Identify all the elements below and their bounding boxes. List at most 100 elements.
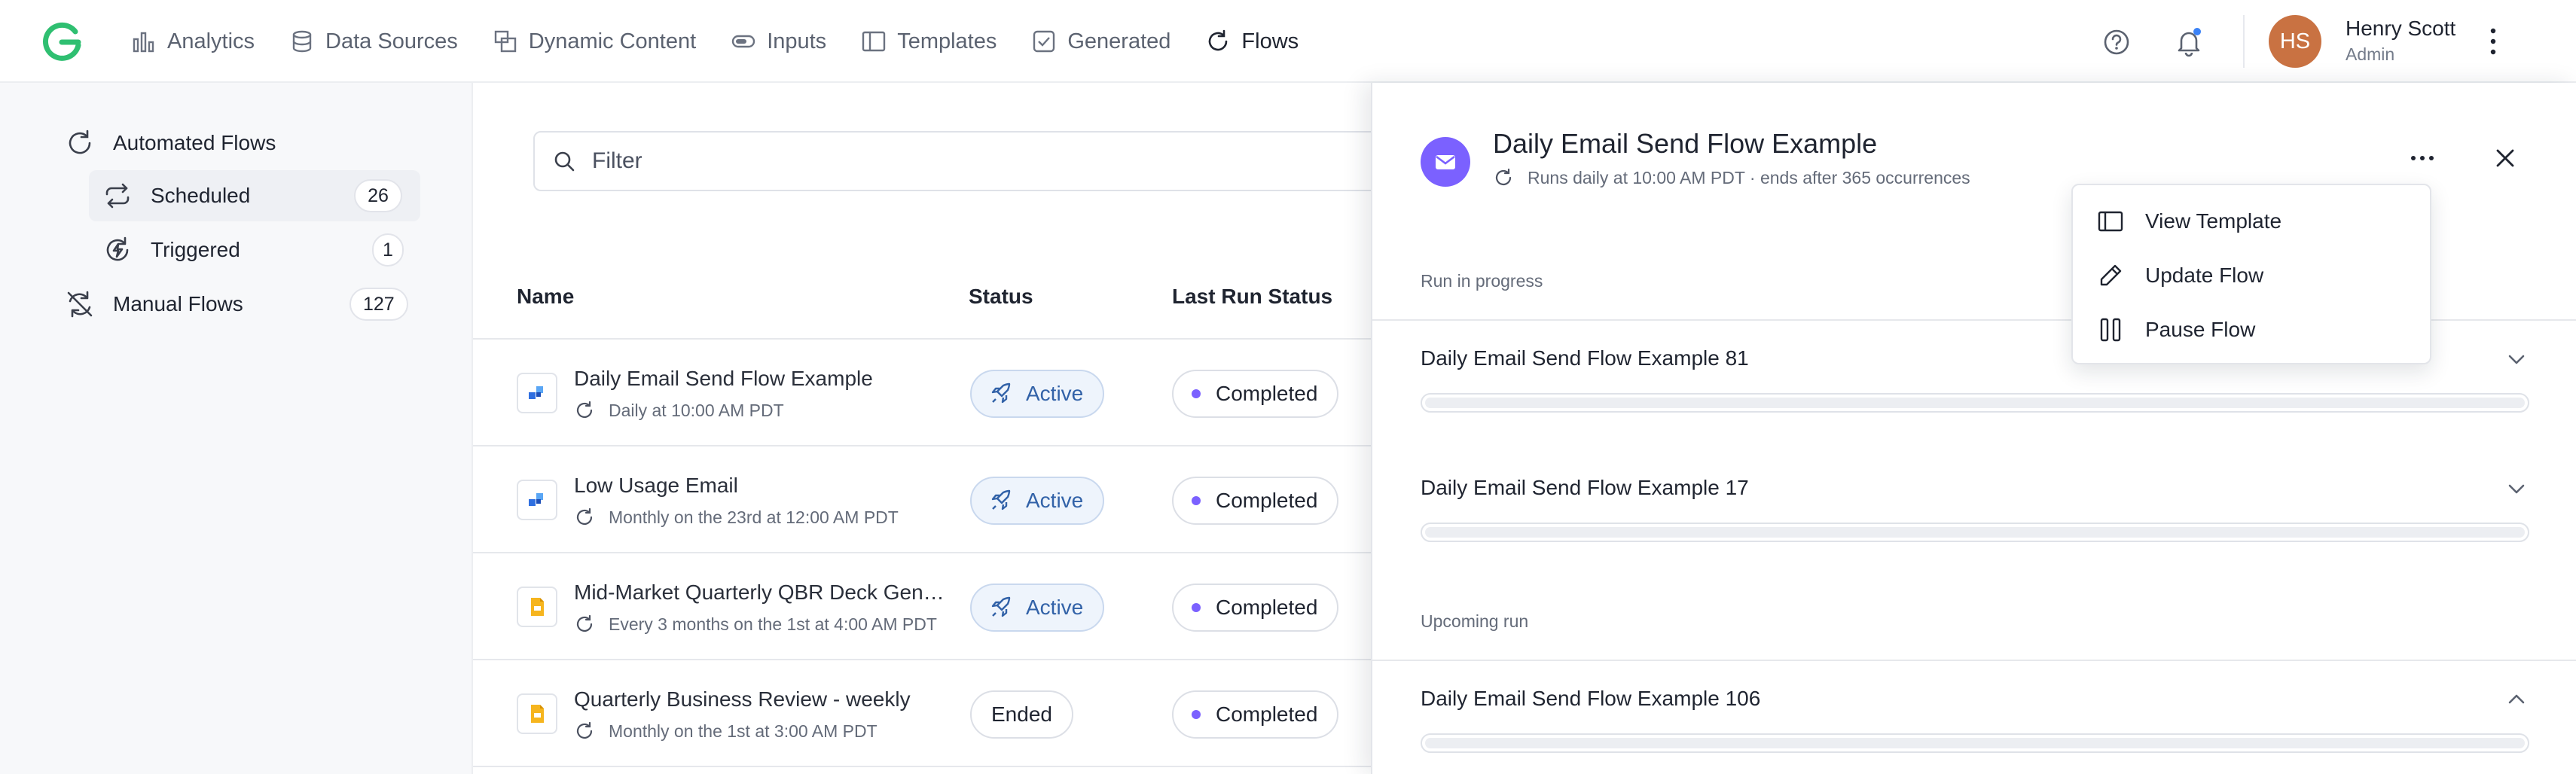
column-header-name[interactable]: Name <box>517 285 574 309</box>
nav-templates-label: Templates <box>897 29 997 53</box>
slides-icon <box>517 693 557 734</box>
user-name: Henry Scott <box>2346 17 2456 40</box>
flow-schedule-text: Daily at 10:00 AM PDT <box>609 400 784 420</box>
last-run-badge: Completed <box>1172 584 1339 632</box>
filter-input[interactable] <box>592 148 1270 174</box>
menu-item-pause-flow-label: Pause Flow <box>2145 318 2256 341</box>
column-header-last-run-status[interactable]: Last Run Status <box>1172 285 1332 309</box>
rocket-icon <box>991 489 1011 510</box>
drawer-subtitle: Runs daily at 10:00 AM PDT · ends after … <box>1493 167 1970 188</box>
avatar[interactable]: HS <box>2269 15 2321 68</box>
pause-icon <box>2100 318 2121 342</box>
sidebar-item-scheduled[interactable]: Scheduled <box>102 181 250 211</box>
sidebar-item-automated-flows[interactable]: Automated Flows <box>65 128 276 158</box>
toggle-icon <box>731 35 755 48</box>
nav-analytics[interactable]: Analytics <box>131 29 255 54</box>
run-progress-fill <box>1425 738 2525 748</box>
notification-bell-icon[interactable] <box>2172 26 2205 59</box>
table-row[interactable]: Daily Email Send Flow Example Daily at 1… <box>473 340 1371 446</box>
status-dot-icon <box>1192 603 1201 612</box>
nav-inputs[interactable]: Inputs <box>731 29 826 54</box>
run-item[interactable]: Daily Email Send Flow Example 106 <box>1372 660 2576 774</box>
run-name: Daily Email Send Flow Example 81 <box>1421 346 1749 370</box>
email-app-icon <box>517 480 557 520</box>
more-horizontal-icon[interactable] <box>2407 149 2437 167</box>
run-name: Daily Email Send Flow Example 106 <box>1421 687 1761 710</box>
more-vertical-icon[interactable] <box>2483 24 2504 59</box>
main-nav: Analytics Data Sources Dynamic Content I… <box>131 0 1333 83</box>
table-row[interactable]: Mid-Market Quarterly QBR Deck Generation… <box>473 553 1371 660</box>
flow-schedule: Daily at 10:00 AM PDT <box>574 400 784 421</box>
scheduled-count-badge: 26 <box>354 179 402 212</box>
column-header-status[interactable]: Status <box>969 285 1033 309</box>
chevron-down-icon[interactable] <box>2505 480 2528 497</box>
status-badge: Active <box>970 477 1105 525</box>
status-badge-label: Ended <box>991 702 1052 726</box>
nav-inputs-label: Inputs <box>767 29 827 53</box>
nav-dynamic-content[interactable]: Dynamic Content <box>493 29 696 54</box>
last-run-badge-label: Completed <box>1216 702 1318 726</box>
run-item[interactable]: Daily Email Send Flow Example 17 <box>1372 450 2576 581</box>
search-icon <box>554 151 575 172</box>
no-sync-icon <box>67 291 93 318</box>
status-badge: Active <box>970 584 1105 632</box>
refresh-icon <box>1495 168 1512 186</box>
dynamic-content-icon <box>494 30 516 53</box>
refresh-icon <box>1209 29 1228 51</box>
nav-flows[interactable]: Flows <box>1205 29 1299 54</box>
menu-item-pause-flow[interactable]: Pause Flow <box>2073 303 2430 357</box>
email-icon <box>1421 137 1470 187</box>
chevron-up-icon[interactable] <box>2505 691 2528 708</box>
sidebar-item-manual-flows-label: Manual Flows <box>113 292 243 315</box>
sidebar-item-automated-flows-label: Automated Flows <box>113 131 276 154</box>
flow-schedule: Every 3 months on the 1st at 4:00 AM PDT <box>574 614 937 635</box>
status-dot-icon <box>1192 496 1201 505</box>
flow-name[interactable]: Mid-Market Quarterly QBR Deck Generation <box>574 580 951 605</box>
rocket-icon <box>991 596 1011 617</box>
nav-templates[interactable]: Templates <box>861 29 997 54</box>
help-icon[interactable] <box>2100 26 2133 59</box>
refresh-icon <box>576 507 593 526</box>
menu-item-view-template[interactable]: View Template <box>2073 194 2430 248</box>
user-role: Admin <box>2346 44 2395 64</box>
status-dot-icon <box>1192 710 1201 719</box>
flow-name[interactable]: Low Usage Email <box>574 474 951 498</box>
triggered-count-badge: 1 <box>372 233 404 267</box>
last-run-badge: Completed <box>1172 477 1339 525</box>
run-name: Daily Email Send Flow Example 17 <box>1421 476 1749 499</box>
nav-dynamic-content-label: Dynamic Content <box>528 29 697 53</box>
run-progress-bar <box>1421 523 2529 542</box>
manual-count-badge: 127 <box>349 288 408 321</box>
status-badge-label: Active <box>1026 489 1084 512</box>
nav-analytics-label: Analytics <box>167 29 255 53</box>
last-run-badge: Completed <box>1172 690 1339 739</box>
panel-icon <box>2098 211 2123 232</box>
sidebar-item-manual-flows[interactable]: Manual Flows <box>65 289 243 319</box>
close-icon[interactable] <box>2493 146 2517 170</box>
chevron-down-icon[interactable] <box>2505 351 2528 367</box>
nav-data-sources[interactable]: Data Sources <box>289 29 458 54</box>
drawer-subtitle-text: Runs daily at 10:00 AM PDT · ends after … <box>1528 167 1970 187</box>
table-row[interactable]: Low Usage Email Monthly on the 23rd at 1… <box>473 446 1371 553</box>
last-run-badge: Completed <box>1172 370 1339 418</box>
upcoming-run-label: Upcoming run <box>1421 611 1529 631</box>
flow-name[interactable]: Daily Email Send Flow Example <box>574 367 951 391</box>
nav-generated[interactable]: Generated <box>1031 29 1170 54</box>
flows-sidebar: Automated Flows Scheduled 26 Triggered 1… <box>0 83 473 774</box>
run-progress-fill <box>1425 527 2525 538</box>
refresh-icon <box>576 721 593 739</box>
table-row[interactable]: Quarterly Business Review - weekly Month… <box>473 660 1371 767</box>
menu-item-update-flow[interactable]: Update Flow <box>2073 248 2430 303</box>
app-logo-icon[interactable] <box>39 20 84 65</box>
slides-icon <box>517 587 557 627</box>
top-navigation-bar: Analytics Data Sources Dynamic Content I… <box>0 0 2576 83</box>
repeat-icon <box>105 183 130 209</box>
lightning-refresh-icon <box>106 236 129 261</box>
status-dot-icon <box>1192 389 1201 398</box>
email-app-icon <box>517 373 557 413</box>
flow-schedule: Monthly on the 1st at 3:00 AM PDT <box>574 721 877 742</box>
sidebar-item-triggered[interactable]: Triggered <box>102 235 240 265</box>
flow-name[interactable]: Quarterly Business Review - weekly <box>574 687 951 712</box>
nav-flows-label: Flows <box>1241 29 1299 53</box>
topbar-divider <box>2243 15 2245 68</box>
